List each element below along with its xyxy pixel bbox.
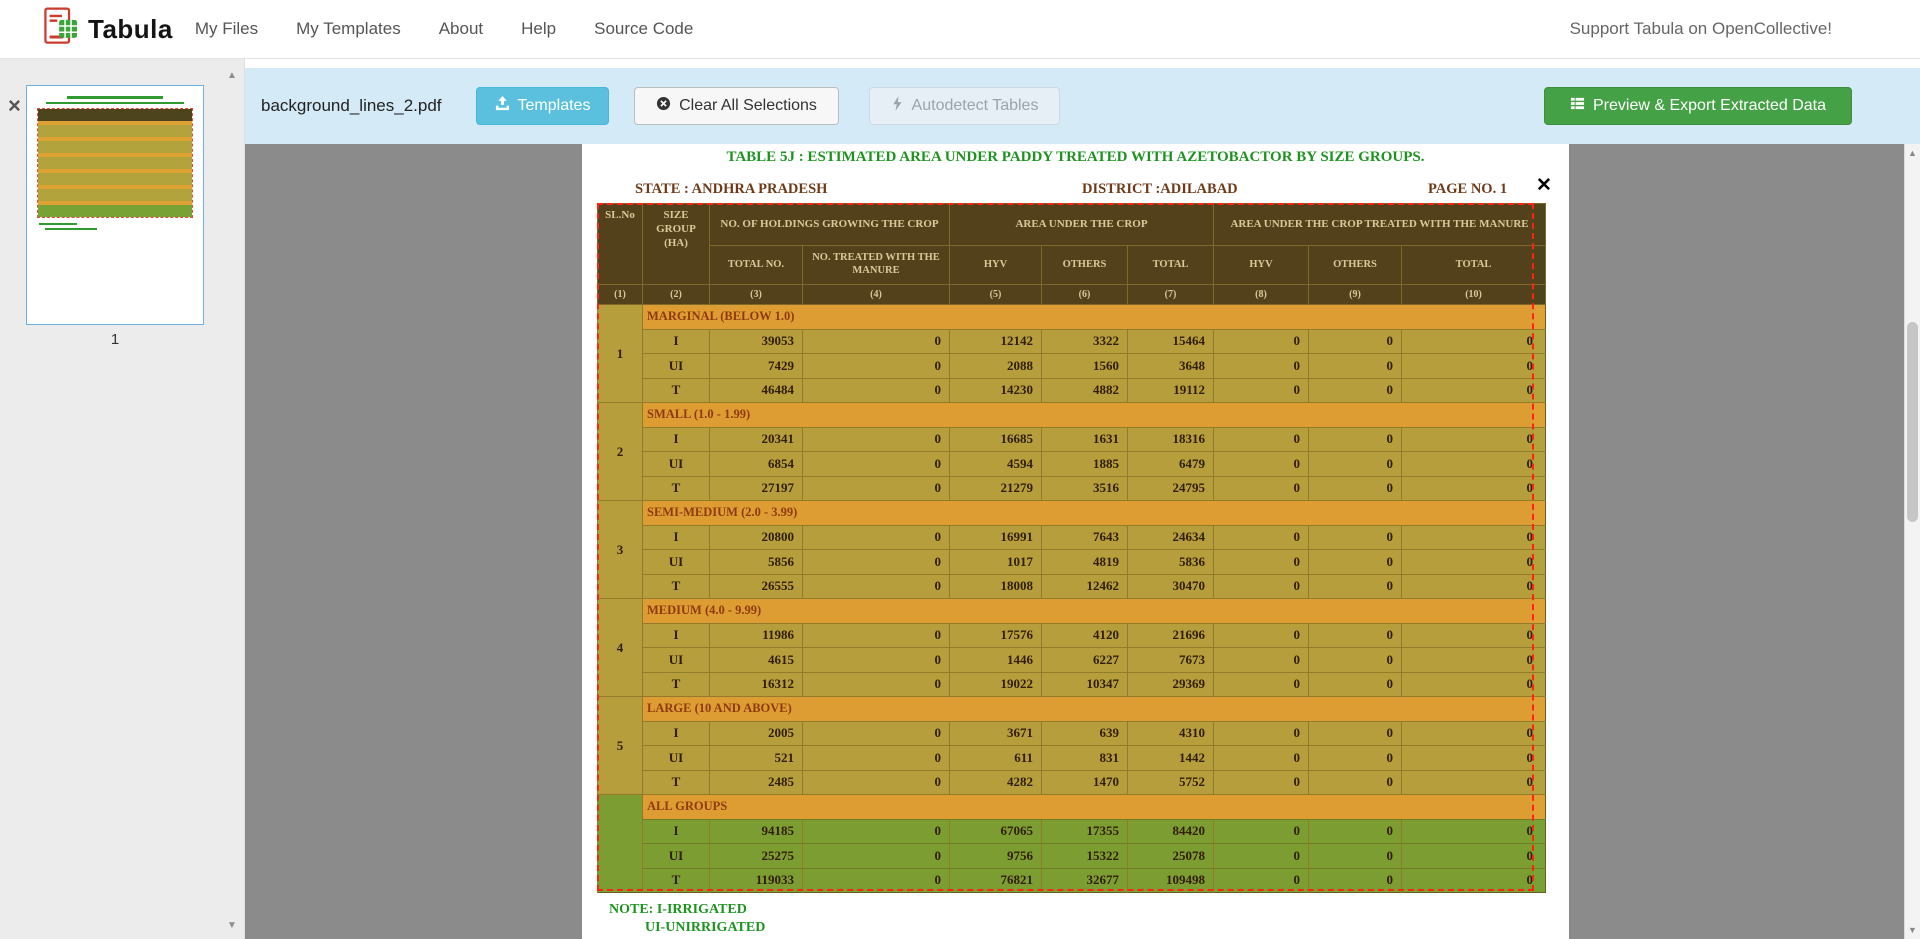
nav-my-files[interactable]: My Files (195, 19, 258, 39)
nav-links: My Files My Templates About Help Source … (195, 19, 693, 39)
brand[interactable]: Tabula (44, 7, 173, 52)
thumbnail-stripe (46, 102, 183, 104)
thumbnail-stripe (45, 228, 97, 230)
table-list-icon (1570, 96, 1585, 116)
brand-name: Tabula (88, 14, 173, 45)
remove-page-icon[interactable]: × (8, 95, 21, 117)
nav-about[interactable]: About (439, 19, 483, 39)
clear-button-label: Clear All Selections (679, 97, 817, 115)
support-link[interactable]: Support Tabula on OpenCollective! (1570, 19, 1832, 39)
sidebar-scroll-down-icon[interactable]: ▼ (225, 921, 239, 931)
document-title: TABLE 5J : ESTIMATED AREA UNDER PADDY TR… (582, 149, 1569, 166)
document-filename: background_lines_2.pdf (261, 96, 442, 116)
thumbnail-stripe (38, 141, 192, 153)
clear-all-selections-button[interactable]: Clear All Selections (634, 87, 839, 125)
thumbnail-stripe (67, 96, 164, 99)
note-line-2: UI-UNIRRIGATED (645, 920, 765, 936)
sidebar-scroll-up-icon[interactable]: ▲ (225, 71, 239, 81)
thumbnail-stripe (38, 189, 192, 201)
flash-icon (891, 96, 904, 116)
thumbnail-stripe (39, 223, 77, 225)
thumbnail-stripe (38, 157, 192, 169)
export-button-label: Preview & Export Extracted Data (1593, 97, 1826, 115)
state-label: STATE : ANDHRA PRADESH (635, 181, 827, 198)
nav-help[interactable]: Help (521, 19, 556, 39)
thumbnail-preview (27, 96, 203, 230)
selection-box[interactable] (597, 203, 1534, 891)
main-scrollbar[interactable]: ▲ ▼ (1904, 144, 1920, 939)
templates-button-label: Templates (518, 97, 591, 115)
document-meta-row: STATE : ANDHRA PRADESH DISTRICT :ADILABA… (582, 181, 1569, 201)
tabula-logo-icon (44, 7, 78, 52)
thumbnail-stripe (38, 205, 192, 217)
page-no-label: PAGE NO. 1 (1428, 181, 1507, 198)
selection-close-icon[interactable]: ✕ (1536, 176, 1552, 195)
top-navbar: Tabula My Files My Templates About Help … (0, 0, 1920, 59)
scroll-up-icon[interactable]: ▲ (1905, 148, 1920, 158)
templates-button[interactable]: Templates (476, 87, 609, 125)
autodetect-button-label: Autodetect Tables (912, 97, 1039, 115)
scroll-down-icon[interactable]: ▼ (1905, 925, 1920, 935)
pdf-page: TABLE 5J : ESTIMATED AREA UNDER PADDY TR… (582, 144, 1569, 939)
thumbnail-page-number: 1 (26, 331, 204, 348)
page-thumbnail[interactable] (26, 85, 204, 325)
thumbnail-stripe (38, 125, 192, 137)
toolbar: background_lines_2.pdf Templates Clear A… (245, 68, 1920, 144)
thumbnail-table (37, 108, 193, 218)
upload-icon (495, 96, 510, 116)
nav-source-code[interactable]: Source Code (594, 19, 693, 39)
page-thumbnails-sidebar: × 1 ▲ ▼ (0, 59, 245, 939)
thumbnail-stripe (38, 109, 192, 121)
pdf-view-area: TABLE 5J : ESTIMATED AREA UNDER PADDY TR… (245, 144, 1920, 939)
preview-export-button[interactable]: Preview & Export Extracted Data (1544, 87, 1852, 125)
autodetect-tables-button[interactable]: Autodetect Tables (869, 87, 1060, 125)
district-label: DISTRICT :ADILABAD (1082, 181, 1238, 198)
nav-my-templates[interactable]: My Templates (296, 19, 401, 39)
note-line-1: NOTE: I-IRRIGATED (609, 902, 747, 918)
scrollbar-thumb[interactable] (1907, 322, 1918, 522)
thumbnail-stripe (38, 173, 192, 185)
remove-circle-icon (656, 96, 671, 116)
